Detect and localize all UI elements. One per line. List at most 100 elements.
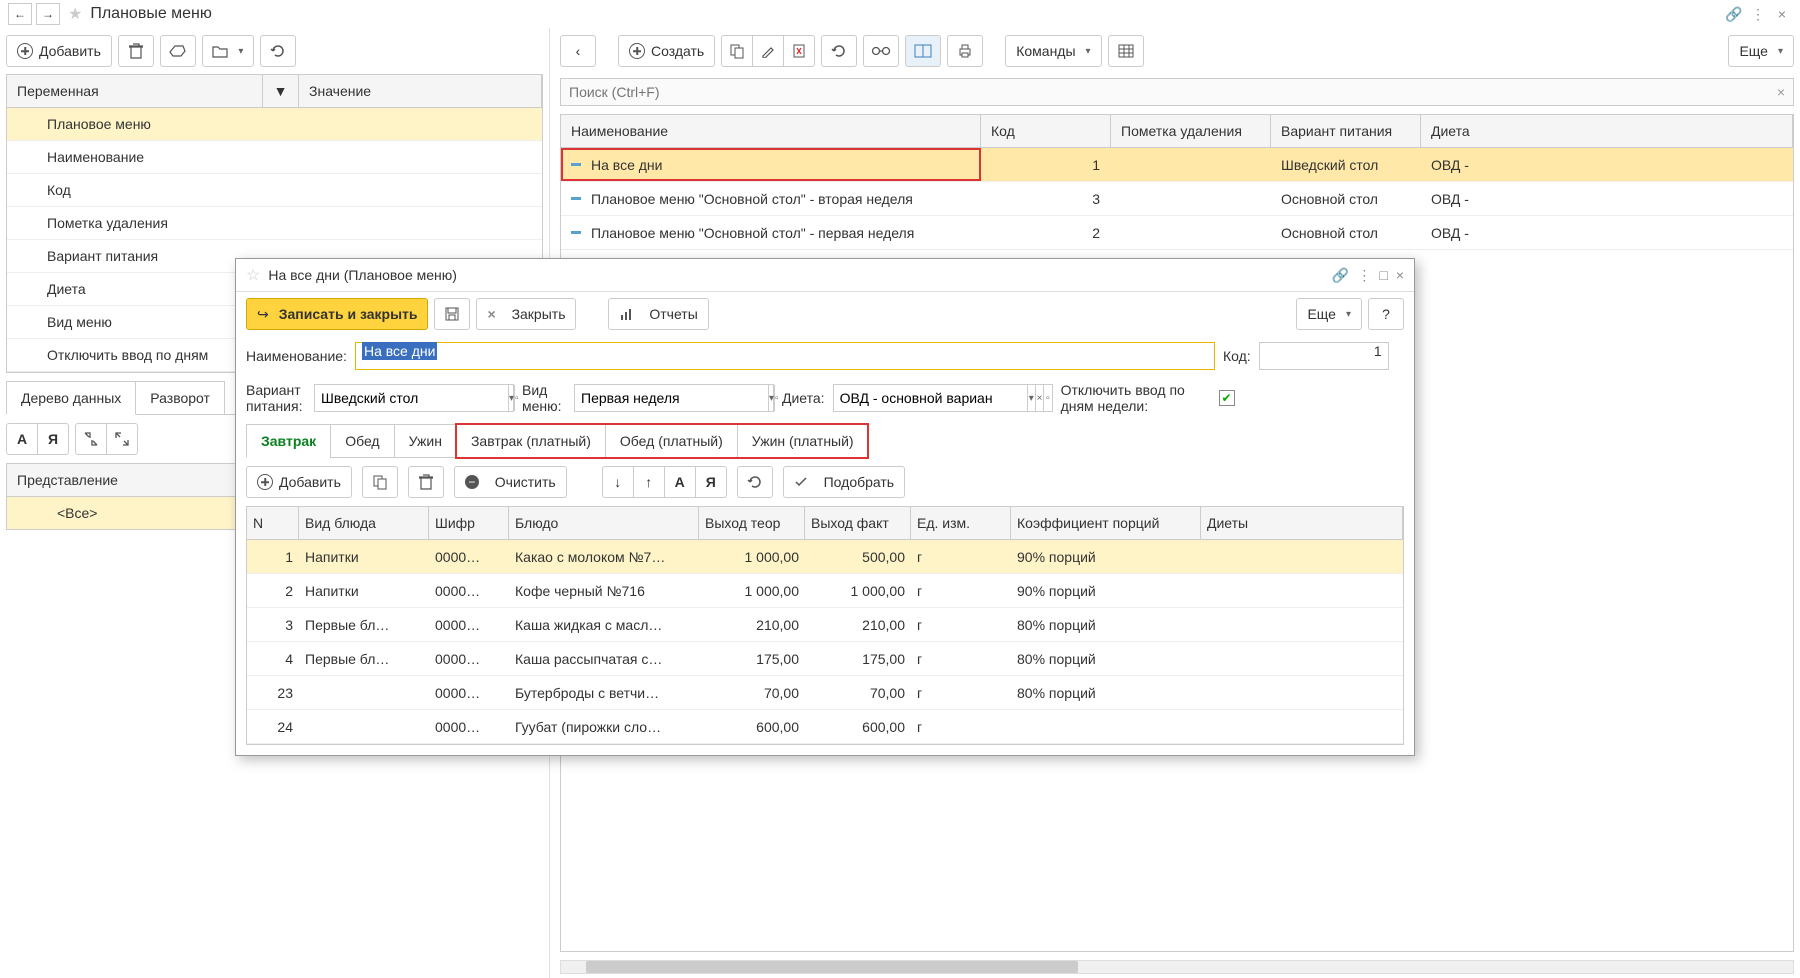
select-dish-button[interactable]: Подобрать — [783, 466, 905, 498]
dish-row[interactable]: 3 Первые бл… 0000… Каша жидкая с масл… 2… — [247, 608, 1403, 642]
meal-tab-dinner[interactable]: Ужин — [394, 424, 457, 458]
dish-header-out1[interactable]: Выход теор — [699, 507, 805, 539]
chevron-down-icon[interactable]: ▾ — [1027, 385, 1035, 411]
disable-days-checkbox[interactable]: ✔ — [1219, 390, 1235, 406]
table-row[interactable]: Плановое меню "Основной стол" - вторая н… — [561, 182, 1793, 216]
diet-combo[interactable]: ▾×▫ — [833, 384, 1053, 412]
meal-tab-lunch[interactable]: Обед — [330, 424, 394, 458]
nav-back[interactable]: ← — [8, 3, 32, 25]
create-button[interactable]: Создать — [618, 35, 715, 67]
dish-header-dish[interactable]: Блюдо — [509, 507, 699, 539]
more-button[interactable]: Еще▾ — [1728, 35, 1794, 67]
vars-row[interactable]: Код — [7, 174, 542, 207]
table-row[interactable]: Плановое меню "Основной стол" - первая н… — [561, 216, 1793, 250]
meal-tab-breakfast[interactable]: Завтрак — [246, 424, 331, 458]
table-row[interactable]: На все дни 1 Шведский стол ОВД - — [561, 148, 1793, 182]
help-button[interactable]: ? — [1368, 298, 1404, 330]
dish-header-code[interactable]: Шифр — [429, 507, 509, 539]
tab-data-tree[interactable]: Дерево данных — [6, 381, 136, 415]
dish-add-button[interactable]: Добавить — [246, 466, 352, 498]
menu-dots-icon[interactable]: ⋮ — [1748, 4, 1768, 24]
name-label: Наименование: — [246, 348, 347, 364]
save-button[interactable] — [434, 298, 470, 330]
glasses-button[interactable] — [863, 35, 899, 67]
link-icon[interactable]: 🔗 — [1724, 4, 1744, 24]
variant-combo[interactable]: ▾▫ — [314, 384, 514, 412]
dish-header-coef[interactable]: Коэффициент порций — [1011, 507, 1201, 539]
open-icon[interactable]: ▫ — [1043, 385, 1051, 411]
dish-copy-button[interactable] — [362, 466, 398, 498]
add-button[interactable]: Добавить — [6, 35, 112, 67]
vars-row[interactable]: Пометка удаления — [7, 207, 542, 240]
grid-header-diet[interactable]: Диета — [1421, 115, 1793, 147]
meal-tab-dinner-paid[interactable]: Ужин (платный) — [737, 424, 869, 458]
vars-row[interactable]: Наименование — [7, 141, 542, 174]
dish-row[interactable]: 4 Первые бл… 0000… Каша рассыпчатая с… 1… — [247, 642, 1403, 676]
dish-row[interactable]: 23 0000… Бутерброды с ветчи… 70,00 70,00… — [247, 676, 1403, 710]
dialog-star-icon[interactable]: ☆ — [246, 265, 260, 285]
commands-button[interactable]: Команды▾ — [1005, 35, 1101, 67]
clear-search-icon[interactable]: × — [1777, 84, 1785, 100]
dish-header-diet[interactable]: Диеты — [1201, 507, 1403, 539]
copy-button[interactable] — [721, 35, 753, 67]
meal-tab-breakfast-paid[interactable]: Завтрак (платный) — [456, 424, 606, 458]
close-icon[interactable]: × — [1772, 4, 1792, 24]
edit-button[interactable] — [752, 35, 784, 67]
meal-tab-lunch-paid[interactable]: Обед (платный) — [605, 424, 738, 458]
nav-forward[interactable]: → — [36, 3, 60, 25]
dish-refresh-button[interactable] — [737, 466, 773, 498]
dish-header-type[interactable]: Вид блюда — [299, 507, 429, 539]
reports-button[interactable]: Отчеты — [608, 298, 708, 330]
tab-pivot[interactable]: Разворот — [135, 381, 225, 414]
dish-header-out2[interactable]: Выход факт — [805, 507, 911, 539]
move-up-button[interactable]: ↑ — [633, 466, 665, 498]
dish-header-n[interactable]: N — [247, 507, 299, 539]
dish-row[interactable]: 24 0000… Гуубат (пирожки сло… 600,00 600… — [247, 710, 1403, 744]
dish-sort-desc[interactable]: Я — [695, 466, 727, 498]
dialog-more-button[interactable]: Еще▾ — [1296, 298, 1362, 330]
dish-sort-asc[interactable]: А — [664, 466, 696, 498]
code-input[interactable]: 1 — [1259, 342, 1389, 370]
dish-row[interactable]: 2 Напитки 0000… Кофе черный №716 1 000,0… — [247, 574, 1403, 608]
menu-type-combo[interactable]: ▾▫ — [574, 384, 774, 412]
dialog-maximize-icon[interactable]: □ — [1379, 267, 1387, 284]
close-button[interactable]: × Закрыть — [476, 298, 576, 330]
save-close-button[interactable]: ↪Записать и закрыть — [246, 298, 428, 330]
grid-header-name[interactable]: Наименование — [561, 115, 981, 147]
collapse-button[interactable] — [75, 423, 107, 455]
grid-settings-button[interactable] — [1108, 35, 1144, 67]
refresh-button[interactable] — [260, 35, 296, 67]
dish-delete-button[interactable] — [408, 466, 444, 498]
delete-button[interactable] — [118, 35, 154, 67]
open-icon[interactable]: ▫ — [774, 385, 779, 411]
open-icon[interactable]: ▫ — [514, 385, 519, 411]
expand-button[interactable] — [106, 423, 138, 455]
mark-delete-button[interactable] — [783, 35, 815, 67]
layout-button[interactable] — [905, 35, 941, 67]
grid-header-code[interactable]: Код — [981, 115, 1111, 147]
refresh-button[interactable] — [821, 35, 857, 67]
print-button[interactable] — [947, 35, 983, 67]
erase-button[interactable] — [160, 35, 196, 67]
prev-button[interactable]: ‹ — [560, 35, 596, 67]
vars-row[interactable]: Плановое меню — [7, 108, 542, 141]
move-down-button[interactable]: ↓ — [602, 466, 634, 498]
grid-header-del[interactable]: Пометка удаления — [1111, 115, 1271, 147]
name-input[interactable]: На все дни — [355, 342, 1215, 370]
dish-header-unit[interactable]: Ед. изм. — [911, 507, 1011, 539]
sort-desc-button[interactable]: Я — [37, 423, 69, 455]
dish-clear-button[interactable]: − Очистить — [454, 466, 567, 498]
dish-row[interactable]: 1 Напитки 0000… Какао с молоком №7… 1 00… — [247, 540, 1403, 574]
sort-asc-button[interactable]: А — [6, 423, 38, 455]
dialog-menu-icon[interactable]: ⋮ — [1357, 267, 1371, 284]
dialog-close-icon[interactable]: × — [1396, 267, 1404, 284]
favorite-star-icon[interactable]: ★ — [68, 4, 82, 24]
folder-button[interactable]: ▾ — [202, 35, 254, 67]
clear-icon[interactable]: × — [1035, 385, 1043, 411]
minus-circle-icon: − — [465, 475, 479, 489]
filter-icon[interactable]: ▼ — [263, 75, 299, 107]
search-input[interactable]: × — [560, 78, 1794, 106]
dialog-link-icon[interactable]: 🔗 — [1332, 267, 1349, 284]
menu-type-label: Вид меню: — [522, 382, 566, 414]
grid-header-variant[interactable]: Вариант питания — [1271, 115, 1421, 147]
